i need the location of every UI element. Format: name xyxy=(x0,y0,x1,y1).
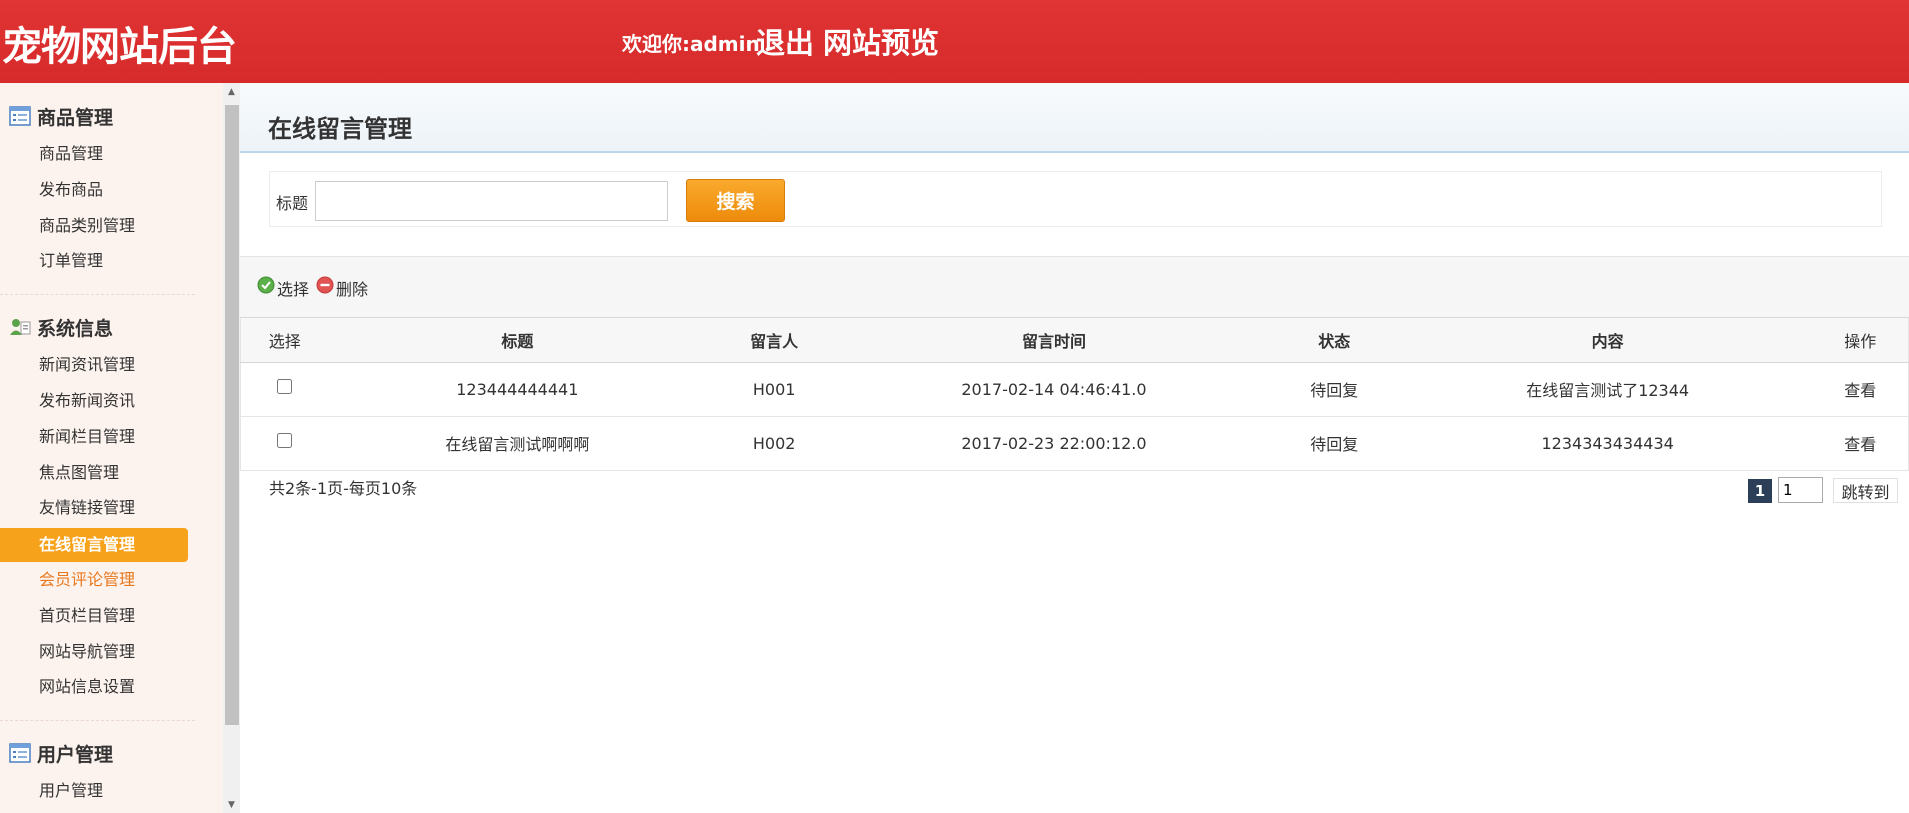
main-content: 在线留言管理 标题 搜索 选择 删除 选择 标题 留言人 留言时间 状态 内容 … xyxy=(240,83,1909,813)
column-header-title: 标题 xyxy=(328,318,707,363)
sidebar-item-member-comments[interactable]: 会员评论管理 xyxy=(0,563,188,597)
column-header-select: 选择 xyxy=(240,318,329,363)
list-icon xyxy=(9,106,31,126)
list-icon xyxy=(9,743,31,763)
row-checkbox[interactable] xyxy=(277,432,293,448)
search-title-label: 标题 xyxy=(276,194,309,213)
row-status: 待回复 xyxy=(1265,362,1403,417)
search-panel: 标题 搜索 xyxy=(269,171,1882,227)
view-link[interactable]: 查看 xyxy=(1844,381,1876,400)
row-content: 在线留言测试了12344 xyxy=(1402,362,1813,417)
row-select-cell xyxy=(240,362,329,417)
sidebar-item-focus-images[interactable]: 焦点图管理 xyxy=(0,456,188,490)
welcome-text: 欢迎你:admin xyxy=(622,32,760,56)
menu-divider xyxy=(0,720,195,721)
column-header-content: 内容 xyxy=(1402,318,1813,363)
pagination-page-input[interactable] xyxy=(1778,477,1823,503)
column-header-status: 状态 xyxy=(1265,318,1403,363)
select-all-button[interactable]: 选择 xyxy=(257,276,309,300)
row-action-cell: 查看 xyxy=(1812,416,1909,471)
users-icon xyxy=(9,317,31,337)
menu-group-system[interactable]: 系统信息 xyxy=(9,312,113,342)
sidebar-item-goods-category[interactable]: 商品类别管理 xyxy=(0,209,188,243)
messages-table: 选择 标题 留言人 留言时间 状态 内容 操作 123444444441 H00… xyxy=(240,318,1909,471)
table-toolbar: 选择 删除 xyxy=(240,256,1909,318)
scroll-up-arrow-icon[interactable]: ▲ xyxy=(223,83,240,100)
sidebar-item-site-info[interactable]: 网站信息设置 xyxy=(0,670,188,704)
row-action-cell: 查看 xyxy=(1812,362,1909,417)
row-time: 2017-02-14 04:46:41.0 xyxy=(842,362,1266,417)
row-author: H002 xyxy=(706,416,843,471)
scrollbar-thumb[interactable] xyxy=(225,105,239,725)
sidebar-item-goods-manage[interactable]: 商品管理 xyxy=(0,137,188,171)
logout-link[interactable]: 退出 xyxy=(756,20,814,62)
pagination-info: 共2条-1页-每页10条 xyxy=(269,479,418,498)
sidebar-item-friend-links[interactable]: 友情链接管理 xyxy=(0,491,188,525)
sidebar-item-user-manage[interactable]: 用户管理 xyxy=(0,774,188,808)
column-header-author: 留言人 xyxy=(706,318,843,363)
sidebar-item-site-navigation[interactable]: 网站导航管理 xyxy=(0,635,188,669)
row-title: 在线留言测试啊啊啊 xyxy=(328,416,707,471)
menu-group-users[interactable]: 用户管理 xyxy=(9,738,113,768)
table-row: 在线留言测试啊啊啊 H002 2017-02-23 22:00:12.0 待回复… xyxy=(240,416,1909,471)
search-button[interactable]: 搜索 xyxy=(686,179,785,222)
row-select-cell xyxy=(240,416,329,471)
check-circle-icon xyxy=(257,276,275,294)
search-title-input[interactable] xyxy=(315,181,668,221)
top-header: 宠物网站后台 欢迎你:admin 退出 网站预览 xyxy=(0,0,1909,83)
pagination-jump-button[interactable]: 跳转到 xyxy=(1833,478,1898,503)
sidebar-item-home-columns[interactable]: 首页栏目管理 xyxy=(0,599,188,633)
menu-group-goods[interactable]: 商品管理 xyxy=(9,101,113,131)
site-title: 宠物网站后台 xyxy=(2,24,237,70)
table-row: 123444444441 H001 2017-02-14 04:46:41.0 … xyxy=(240,362,1909,417)
table-header-row: 选择 标题 留言人 留言时间 状态 内容 操作 xyxy=(240,318,1909,363)
sidebar-item-news-columns[interactable]: 新闻栏目管理 xyxy=(0,420,188,454)
pagination-current-page[interactable]: 1 xyxy=(1748,479,1772,503)
sidebar-item-publish-goods[interactable]: 发布商品 xyxy=(0,173,188,207)
sidebar-scrollbar[interactable]: ▲ ▼ xyxy=(223,83,240,813)
menu-group-label: 商品管理 xyxy=(37,106,114,129)
row-status: 待回复 xyxy=(1265,416,1403,471)
menu-group-label: 用户管理 xyxy=(37,743,114,766)
scroll-down-arrow-icon[interactable]: ▼ xyxy=(223,796,240,813)
sidebar-item-orders[interactable]: 订单管理 xyxy=(0,244,188,278)
row-title: 123444444441 xyxy=(328,362,707,417)
row-author: H001 xyxy=(706,362,843,417)
page-title: 在线留言管理 xyxy=(268,115,412,143)
delete-label: 删除 xyxy=(336,280,369,299)
select-label: 选择 xyxy=(277,280,310,299)
row-time: 2017-02-23 22:00:12.0 xyxy=(842,416,1266,471)
sidebar-item-publish-news[interactable]: 发布新闻资讯 xyxy=(0,384,188,418)
view-link[interactable]: 查看 xyxy=(1844,435,1876,454)
minus-circle-icon xyxy=(316,276,334,294)
row-checkbox[interactable] xyxy=(277,378,293,394)
site-preview-link[interactable]: 网站预览 xyxy=(823,20,939,62)
sidebar: 商品管理 商品管理 发布商品 商品类别管理 订单管理 系统信息 新闻资讯管理 发… xyxy=(0,83,223,813)
sidebar-item-online-messages[interactable]: 在线留言管理 xyxy=(0,528,188,562)
column-header-action: 操作 xyxy=(1812,318,1909,363)
sidebar-item-news[interactable]: 新闻资讯管理 xyxy=(0,348,188,382)
page-header: 在线留言管理 xyxy=(240,83,1909,153)
menu-divider xyxy=(0,294,195,295)
column-header-time: 留言时间 xyxy=(842,318,1266,363)
menu-group-label: 系统信息 xyxy=(37,317,114,340)
row-content: 1234343434434 xyxy=(1402,416,1813,471)
delete-button[interactable]: 删除 xyxy=(316,276,368,300)
